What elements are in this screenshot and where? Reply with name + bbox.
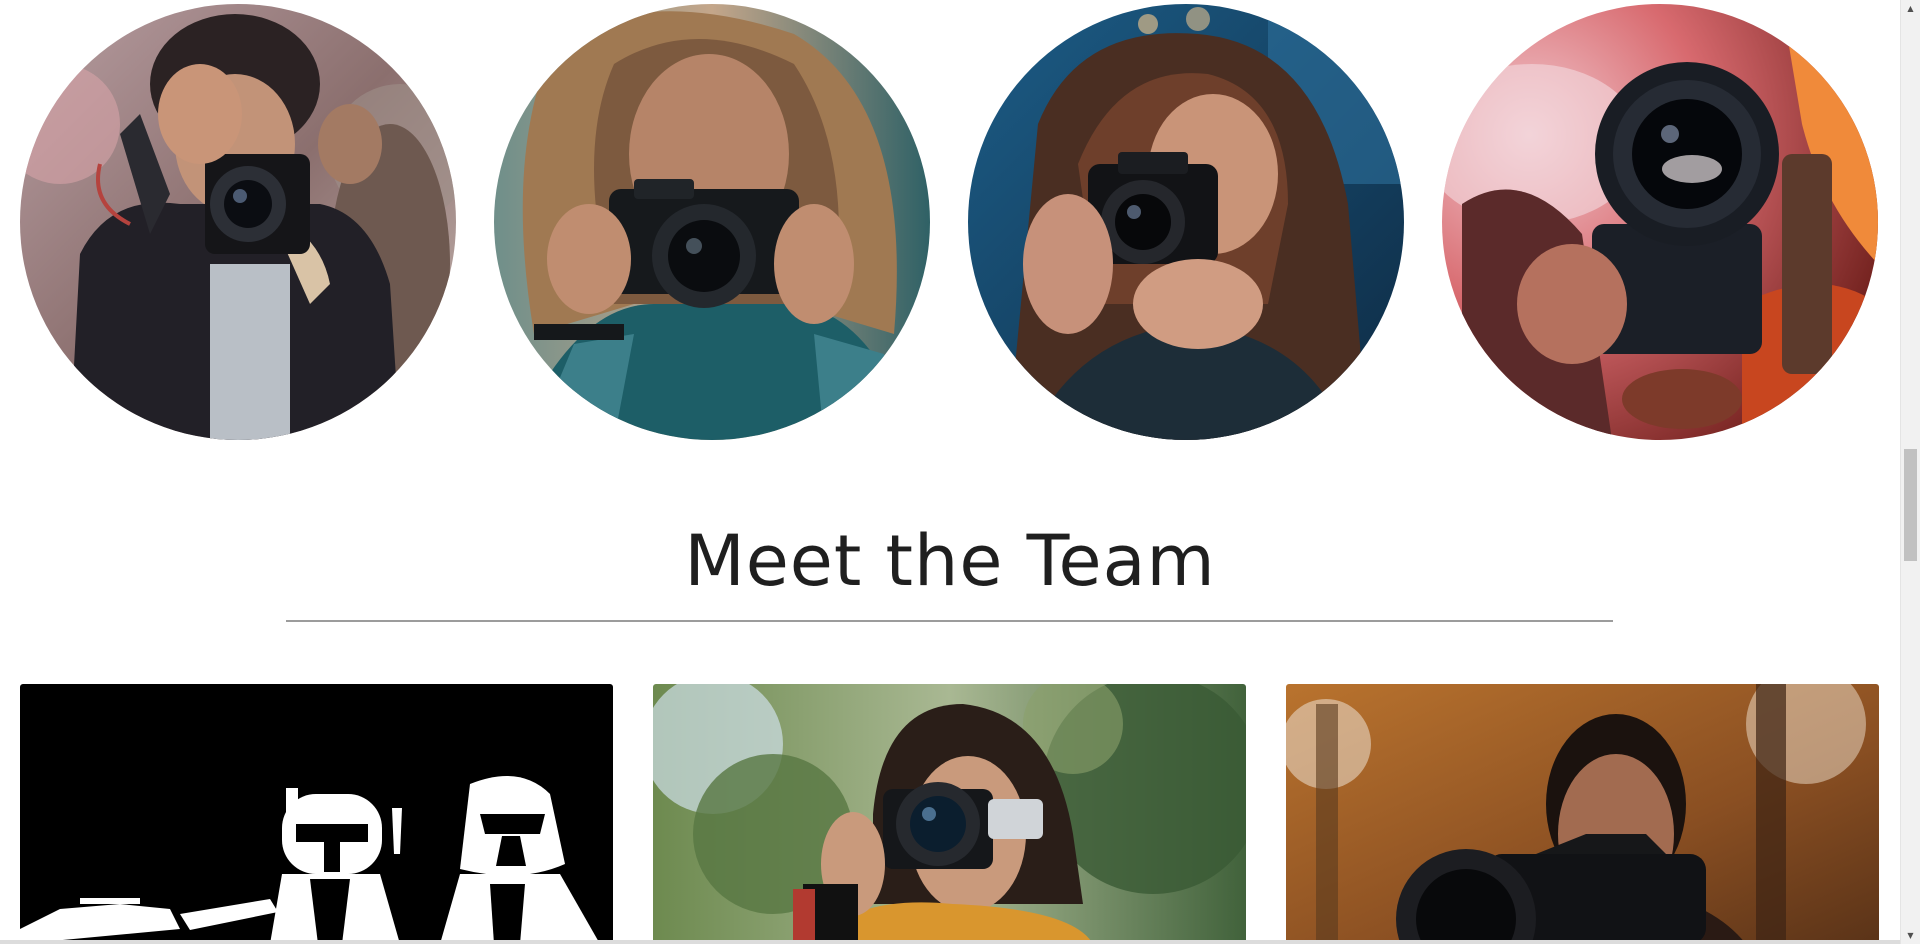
heading-divider — [286, 620, 1613, 622]
team-member-card-3[interactable] — [1286, 684, 1879, 944]
team-member-card-1[interactable] — [20, 684, 613, 944]
team-member-card-2[interactable] — [653, 684, 1246, 944]
team-heading: Meet the Team — [684, 520, 1216, 602]
gallery-photo-2[interactable] — [494, 4, 930, 440]
gallery-photo-1[interactable] — [20, 4, 456, 440]
star-wars-characters-photo — [20, 684, 613, 944]
camera-lens-smoke-photo — [1442, 4, 1878, 440]
scroll-up-arrow-icon[interactable]: ▲ — [1901, 0, 1920, 17]
photographer-canon-woman-photo — [968, 4, 1404, 440]
woman-camera-forest-photo — [653, 684, 1246, 944]
photographer-canon-photo — [20, 4, 456, 440]
scroll-down-arrow-icon[interactable]: ▼ — [1901, 927, 1920, 944]
horizontal-edge — [0, 940, 1900, 944]
gallery-photo-3[interactable] — [968, 4, 1404, 440]
gallery-photo-4[interactable] — [1442, 4, 1878, 440]
photographer-mirrorless-photo — [494, 4, 930, 440]
scrollbar-thumb[interactable] — [1904, 449, 1917, 561]
page: Meet the Team — [0, 0, 1900, 944]
vertical-scrollbar[interactable]: ▲ ▼ — [1900, 0, 1920, 944]
man-nikon-camera-photo — [1286, 684, 1879, 944]
